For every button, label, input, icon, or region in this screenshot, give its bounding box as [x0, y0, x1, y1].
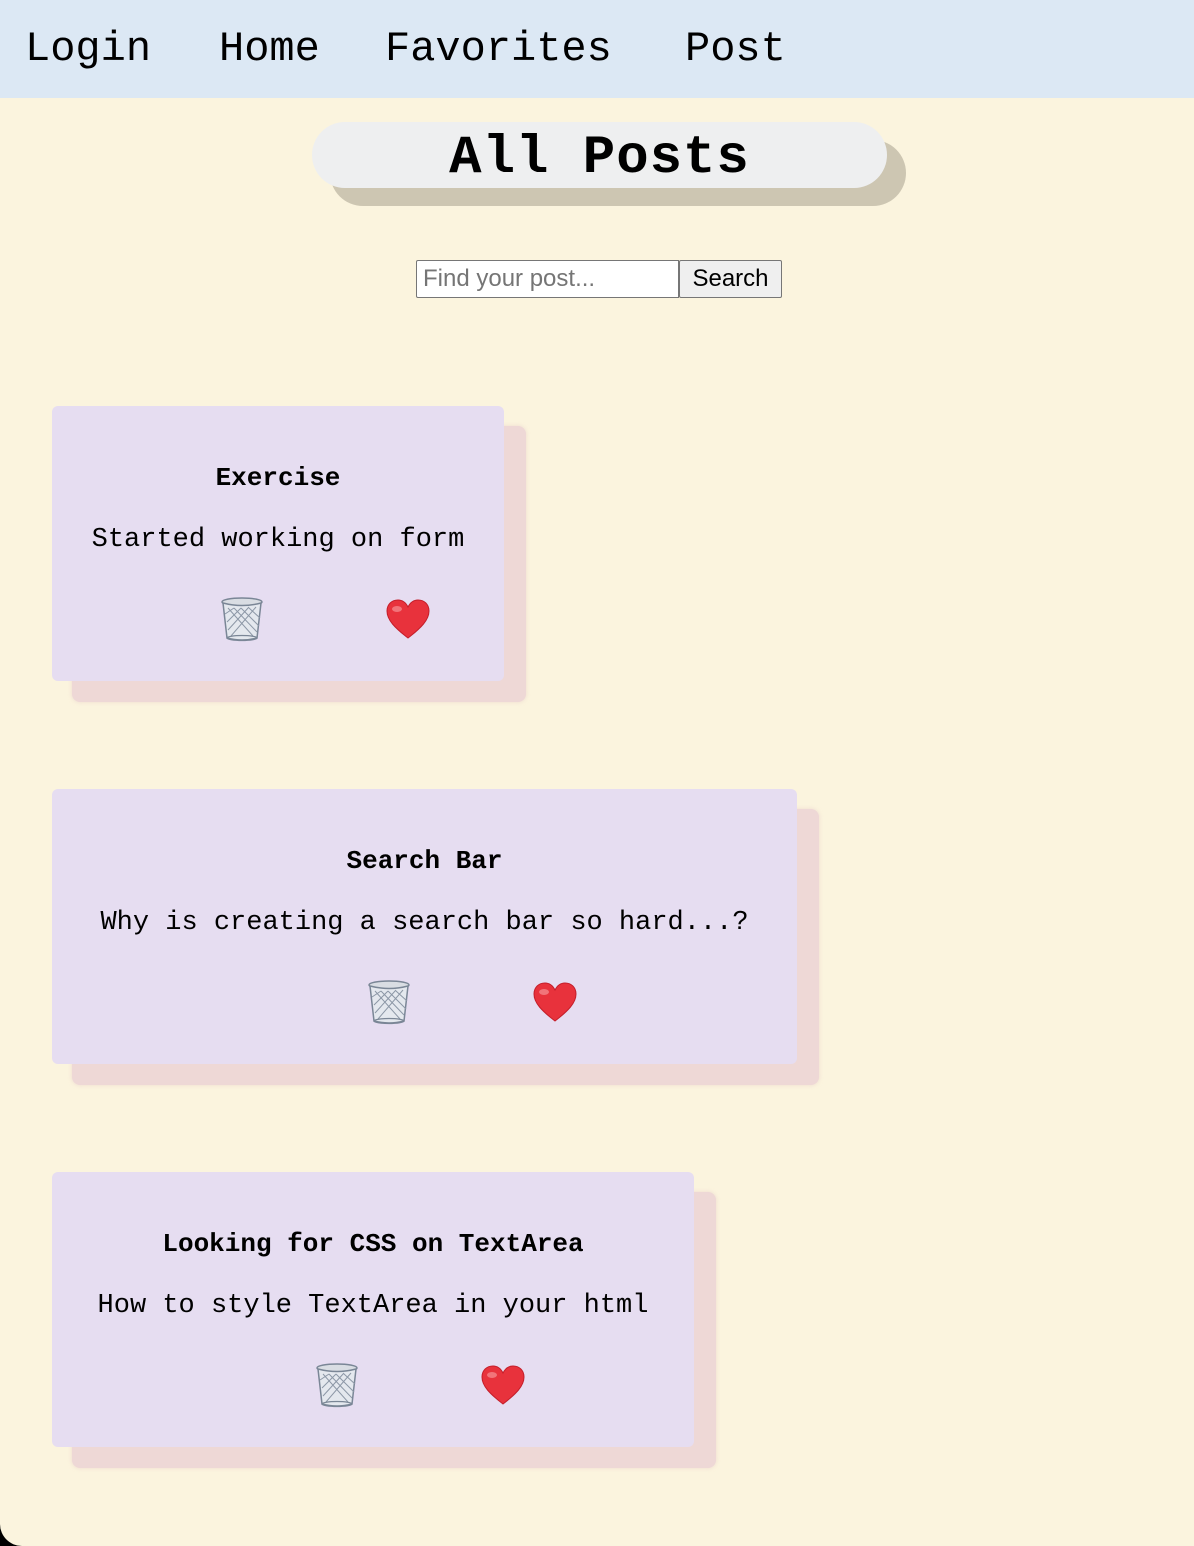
nav-post-link[interactable]: Post [685, 24, 786, 74]
favorite-post-button[interactable] [382, 594, 434, 644]
post-title: Looking for CSS on TextArea [162, 1229, 584, 1259]
page-title-banner: All Posts [312, 122, 906, 206]
nav-home-link[interactable]: Home [219, 24, 320, 74]
page: Login Home Favorites Post All Posts Sear… [0, 0, 1194, 1546]
post-text: How to style TextArea in your html [97, 1291, 649, 1321]
trash-icon [314, 1362, 360, 1408]
post-actions [52, 594, 504, 644]
trash-icon [366, 979, 412, 1025]
post-card-body: Search Bar Why is creating a search bar … [52, 789, 797, 1064]
heart-icon [385, 598, 431, 640]
post-title: Search Bar [346, 846, 503, 876]
post-card: Search Bar Why is creating a search bar … [52, 789, 820, 1087]
post-card-body: Looking for CSS on TextArea How to style… [52, 1172, 694, 1447]
navbar: Login Home Favorites Post [0, 0, 1194, 98]
post-text: Why is creating a search bar so hard...? [100, 908, 749, 938]
delete-post-button[interactable] [311, 1360, 363, 1410]
nav-login-link[interactable]: Login [25, 24, 151, 74]
heart-icon [480, 1364, 526, 1406]
post-text: Started working on form [91, 525, 465, 555]
post-card: Looking for CSS on TextArea How to style… [52, 1172, 717, 1470]
search-form: Search [416, 260, 782, 298]
favorite-post-button[interactable] [477, 1360, 529, 1410]
post-card: Exercise Started working on form [52, 406, 526, 704]
heart-icon [532, 981, 578, 1023]
search-button[interactable]: Search [679, 260, 782, 298]
post-title: Exercise [215, 463, 341, 493]
page-title-pill: All Posts [312, 122, 887, 189]
post-actions [52, 1360, 694, 1410]
nav-favorites-link[interactable]: Favorites [385, 24, 612, 74]
post-card-body: Exercise Started working on form [52, 406, 504, 681]
delete-post-button[interactable] [363, 977, 415, 1027]
favorite-post-button[interactable] [529, 977, 581, 1027]
search-input[interactable] [416, 260, 679, 298]
page-title: All Posts [449, 128, 750, 189]
post-actions [52, 977, 797, 1027]
trash-icon [219, 596, 265, 642]
delete-post-button[interactable] [216, 594, 268, 644]
